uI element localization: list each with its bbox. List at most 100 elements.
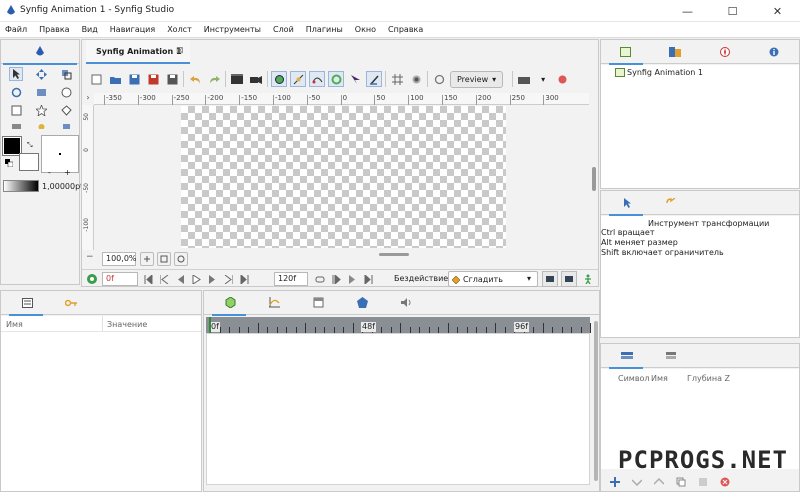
open-file-icon[interactable] — [107, 71, 123, 87]
bounds-upper-icon[interactable] — [362, 273, 374, 285]
loop-icon[interactable] — [314, 273, 326, 285]
brush-size-plus[interactable]: + — [64, 168, 71, 177]
show-vertex-handles-icon[interactable] — [290, 71, 306, 87]
menu-item[interactable]: Окно — [355, 25, 376, 34]
encapsulate-icon[interactable] — [695, 474, 711, 490]
redo-icon[interactable] — [206, 71, 222, 87]
rectangle-tool-icon[interactable] — [9, 103, 23, 117]
canvas-checkerboard[interactable] — [181, 106, 506, 248]
render-icon[interactable] — [229, 71, 245, 87]
library-col-depth[interactable]: Глубина Z — [687, 374, 730, 383]
minimize-button[interactable]: — — [665, 0, 710, 22]
show-radius-handles-icon[interactable] — [328, 71, 344, 87]
gradient-tool-icon[interactable] — [9, 121, 23, 129]
toggle-onion-past-icon[interactable] — [542, 271, 558, 287]
show-grid-icon[interactable] — [389, 71, 405, 87]
animation-mode-figure-icon[interactable] — [580, 271, 596, 287]
prev-keyframe-icon[interactable] — [158, 273, 170, 285]
sets-icon[interactable] — [661, 349, 681, 363]
fill-color-swatch[interactable] — [19, 153, 39, 171]
zoom-in-icon[interactable] — [140, 252, 154, 266]
navigator-icon[interactable] — [715, 45, 735, 59]
close-window-button[interactable]: ✕ — [755, 0, 800, 22]
show-angle-handles-icon[interactable] — [366, 71, 382, 87]
timetrack-body[interactable] — [206, 333, 590, 485]
add-set-icon[interactable] — [607, 474, 623, 490]
timetrack-scrollbar[interactable] — [593, 317, 599, 485]
lower-icon[interactable] — [629, 474, 645, 490]
rotate-tool-icon[interactable] — [9, 85, 23, 99]
timetrack-icon[interactable] — [220, 296, 240, 310]
brush-size-value[interactable]: 1,00000pt — [42, 182, 83, 191]
bounds-lower-icon[interactable] — [346, 273, 358, 285]
params-col-value[interactable]: Значение — [107, 320, 147, 329]
zoom-out-icon[interactable]: − — [86, 252, 100, 266]
menu-item[interactable]: Файл — [5, 25, 27, 34]
mirror-tool-icon[interactable] — [34, 85, 48, 99]
show-width-handles-icon[interactable] — [347, 71, 363, 87]
end-time-field[interactable]: 120f — [274, 272, 308, 286]
raise-icon[interactable] — [651, 474, 667, 490]
stop-render-icon[interactable] — [554, 71, 570, 87]
zoom-fit-icon[interactable] — [157, 252, 171, 266]
animation-mode-icon[interactable] — [86, 273, 98, 285]
menu-item[interactable]: Вид — [82, 25, 98, 34]
star-tool-icon[interactable] — [34, 103, 48, 117]
vertical-scrollbar[interactable] — [590, 93, 598, 253]
draw-tool-icon[interactable] — [59, 121, 73, 129]
canvas-metadata-icon[interactable] — [352, 296, 372, 310]
circle-tool-icon[interactable] — [59, 85, 73, 99]
swap-colors-icon[interactable]: ⤡ — [27, 141, 33, 150]
polygon-tool-icon[interactable] — [59, 103, 73, 117]
spline-tool-icon[interactable] — [34, 121, 48, 129]
undo-icon[interactable] — [187, 71, 203, 87]
new-file-icon[interactable] — [88, 71, 104, 87]
background-rendering-icon[interactable] — [516, 71, 532, 87]
info-icon[interactable] — [764, 45, 784, 59]
canvas-tab[interactable]: Synfig Animation 1 ⊠ — [86, 40, 190, 64]
tool-options-icon[interactable] — [617, 196, 637, 210]
bounds-play-icon[interactable] — [330, 273, 342, 285]
time-ruler[interactable]: 0f 48f 96f — [206, 317, 591, 333]
menu-item[interactable]: Справка — [388, 25, 423, 34]
canvas-browser-item[interactable]: Synfig Animation 1 — [615, 68, 703, 77]
save-icon[interactable] — [126, 71, 142, 87]
interpolation-dropdown[interactable]: Сгладить ▾ — [448, 271, 538, 287]
menu-item[interactable]: Правка — [39, 25, 69, 34]
keyframes-key-icon[interactable] — [61, 296, 81, 310]
menu-item[interactable]: Инструменты — [204, 25, 261, 34]
seek-end-icon[interactable] — [238, 273, 250, 285]
toolbox-tab[interactable] — [1, 40, 79, 64]
toggle-onion-future-icon[interactable] — [561, 271, 577, 287]
keyframe-lock-label[interactable]: Бездействие — [394, 274, 448, 283]
history-icon[interactable] — [661, 196, 681, 210]
preview-quality-dropdown[interactable]: Preview ▾ — [450, 70, 504, 88]
graphs-icon[interactable] — [264, 296, 284, 310]
next-frame-icon[interactable] — [206, 273, 218, 285]
params-col-name[interactable]: Имя — [6, 320, 23, 329]
menu-item[interactable]: Плагины — [306, 25, 343, 34]
ruler-menu-icon[interactable]: › — [82, 93, 94, 105]
library-panel-icon[interactable] — [308, 296, 328, 310]
library-icon[interactable] — [617, 349, 637, 363]
refresh-icon[interactable] — [431, 71, 447, 87]
library-col-name[interactable]: Имя — [651, 374, 668, 383]
transform-tool-icon[interactable] — [9, 67, 23, 81]
default-gradient[interactable] — [3, 180, 39, 192]
onion-skin-icon[interactable] — [408, 71, 424, 87]
delete-icon[interactable] — [717, 474, 733, 490]
zoom-field[interactable]: 100,0% — [102, 252, 137, 266]
sound-icon[interactable] — [396, 296, 416, 310]
prev-frame-icon[interactable] — [174, 273, 186, 285]
toolbar-menu-chevron-icon[interactable]: ▾ — [535, 71, 551, 87]
next-keyframe-icon[interactable] — [222, 273, 234, 285]
scale-tool-icon[interactable] — [59, 67, 73, 81]
brush-size-minus[interactable]: - — [48, 168, 51, 177]
smooth-move-tool-icon[interactable] — [34, 67, 48, 81]
gradient-preview[interactable] — [41, 135, 79, 173]
menu-item[interactable]: Холст — [167, 25, 192, 34]
canvas-browser-icon[interactable] — [616, 45, 636, 59]
library-col-symbol[interactable]: Символ — [618, 374, 650, 383]
save-all-icon[interactable] — [164, 71, 180, 87]
show-position-handles-icon[interactable] — [271, 71, 287, 87]
